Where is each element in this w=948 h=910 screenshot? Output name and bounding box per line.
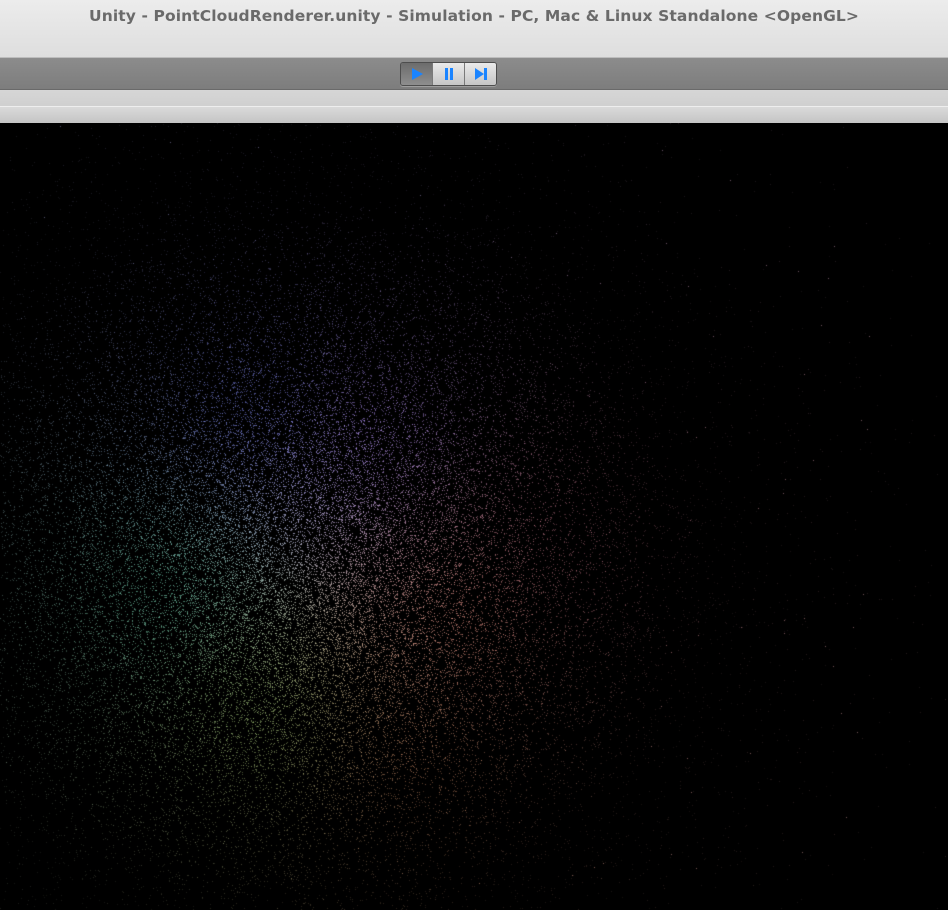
window-title: Unity - PointCloudRenderer.unity - Simul… xyxy=(89,7,859,25)
game-view[interactable] xyxy=(0,123,948,910)
toolbar xyxy=(0,58,948,90)
step-button[interactable] xyxy=(465,63,496,85)
play-button[interactable] xyxy=(401,63,433,85)
scene-tab-bar xyxy=(0,90,948,124)
game-view-header xyxy=(0,106,948,124)
step-icon xyxy=(474,68,487,80)
play-icon xyxy=(411,68,423,80)
pause-button[interactable] xyxy=(433,63,465,85)
point-cloud-render xyxy=(0,123,948,910)
pause-icon xyxy=(444,68,453,80)
play-controls xyxy=(400,62,497,86)
title-bar: Unity - PointCloudRenderer.unity - Simul… xyxy=(0,0,948,58)
